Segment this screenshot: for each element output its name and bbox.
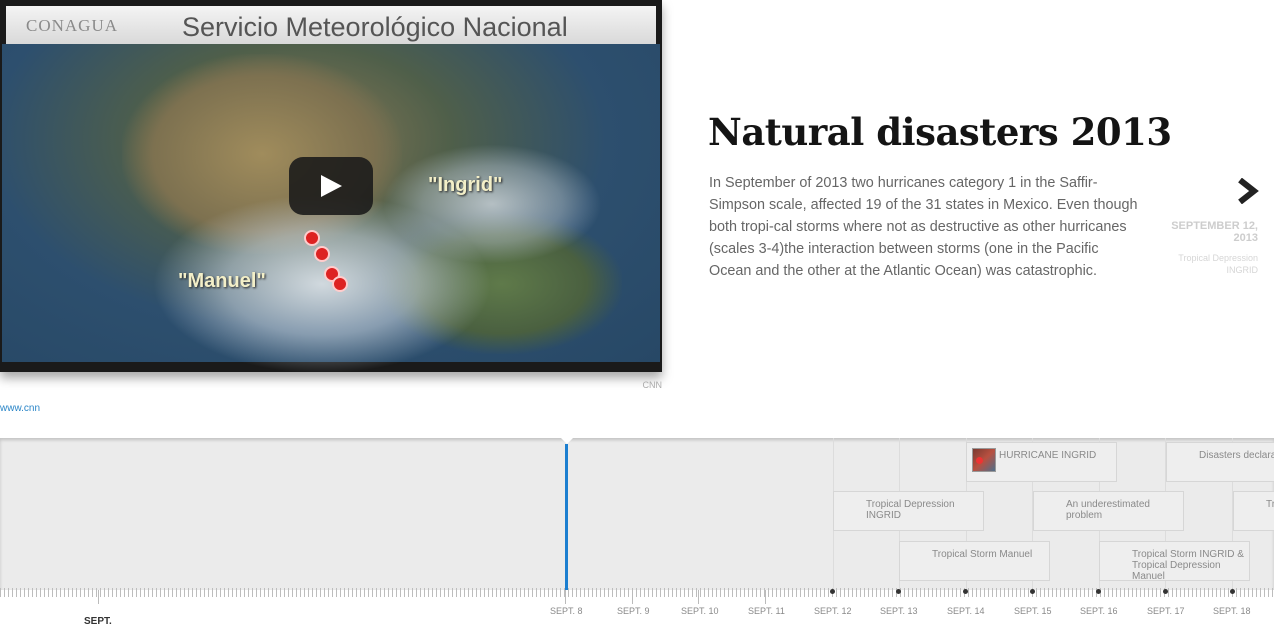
- timeline-event[interactable]: Tr: [1233, 491, 1274, 531]
- timeline-date-label: SEPT. 18: [1213, 606, 1251, 616]
- timeline-date-label: SEPT. 16: [1080, 606, 1118, 616]
- chevron-right-icon[interactable]: [1236, 178, 1260, 204]
- next-slide-title[interactable]: Tropical Depression INGRID: [1148, 252, 1258, 276]
- play-button[interactable]: [289, 157, 373, 215]
- timeline-date-label: SEPT. 11: [748, 606, 785, 616]
- timeline-event[interactable]: HURRICANE INGRID: [966, 442, 1117, 482]
- timeline-month-label: SEPT.: [84, 616, 112, 627]
- timeline-date-label: SEPT. 12: [814, 606, 852, 616]
- timeline-date-label: SEPT. 13: [880, 606, 918, 616]
- timeline-date-label: SEPT. 15: [1014, 606, 1052, 616]
- timeline-event[interactable]: Tropical Storm Manuel: [899, 541, 1050, 581]
- timeline-event-label: Tropical Depression INGRID: [866, 499, 955, 521]
- timeline-event-label: Tropical Storm Manuel: [932, 549, 1033, 560]
- timeline-pointer: [560, 437, 574, 444]
- map-label-manuel: "Manuel": [178, 270, 266, 292]
- timeline-date-label: SEPT. 9: [617, 606, 650, 616]
- timeline-date-label: SEPT. 17: [1147, 606, 1185, 616]
- timeline-date-label: SEPT. 8: [550, 606, 583, 616]
- article-description: In September of 2013 two hurricanes cate…: [709, 175, 1138, 279]
- timeline-event-label: Tropical Storm INGRID & Tropical Depress…: [1132, 549, 1244, 581]
- conagua-logo: CONAGUA: [26, 16, 118, 35]
- timeline-event[interactable]: Tropical Storm INGRID & Tropical Depress…: [1099, 541, 1250, 581]
- map-label-ingrid: "Ingrid": [428, 174, 503, 196]
- source-link[interactable]: www.cnn: [0, 403, 40, 414]
- video-banner: CONAGUA Servicio Meteorológico Nacional: [6, 6, 656, 44]
- timeline-event-label: Disasters declara: [1199, 450, 1274, 461]
- timeline-event[interactable]: Tropical Depression INGRID: [833, 491, 984, 531]
- video-player[interactable]: CONAGUA Servicio Meteorológico Nacional …: [0, 0, 662, 372]
- media-credit: CNN: [642, 380, 663, 390]
- timeline-date-label: SEPT. 14: [947, 606, 985, 616]
- timeline-band[interactable]: HURRICANE INGRID Disasters declara Tropi…: [0, 438, 1274, 590]
- video-banner-title: Servicio Meteorológico Nacional: [182, 12, 568, 42]
- timeline-current-marker[interactable]: [565, 444, 568, 590]
- timeline[interactable]: HURRICANE INGRID Disasters declara Tropi…: [0, 437, 1274, 637]
- timeline-event[interactable]: Disasters declara: [1166, 442, 1274, 482]
- play-icon: [321, 175, 342, 197]
- event-thumbnail: [972, 448, 996, 472]
- timeline-event-label: Tr: [1266, 499, 1274, 510]
- page-title: Natural disasters 2013: [708, 110, 1172, 154]
- timeline-event-label: HURRICANE INGRID: [999, 450, 1097, 461]
- next-slide-date[interactable]: SEPTEMBER 12, 2013: [1148, 220, 1258, 244]
- timeline-event[interactable]: An underestimated problem: [1033, 491, 1184, 531]
- timeline-event-label: An underestimated problem: [1066, 499, 1150, 521]
- timeline-date-label: SEPT. 10: [681, 606, 719, 616]
- timeline-ruler[interactable]: [0, 588, 1274, 597]
